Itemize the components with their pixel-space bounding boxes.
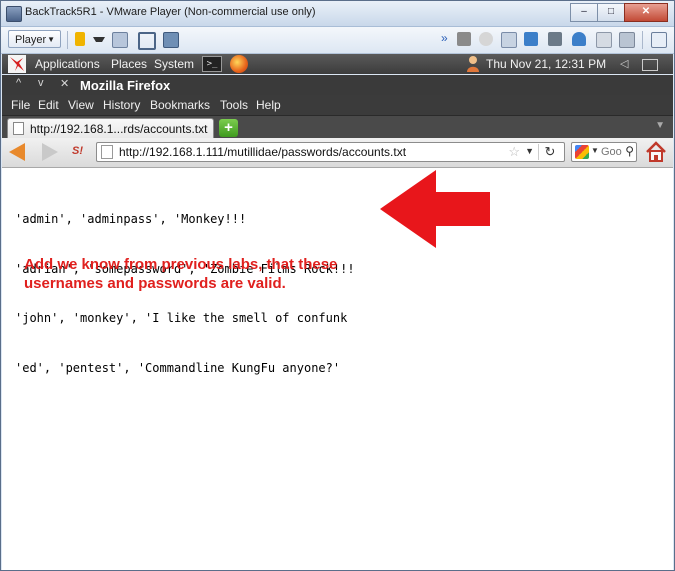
tab-label: http://192.168.1...rds/accounts.txt xyxy=(30,122,208,136)
firefox-menu-bar: File Edit View History Bookmarks Tools H… xyxy=(2,95,673,115)
maximize-button[interactable]: □ xyxy=(597,3,625,22)
player-menu-button[interactable]: Player ▼ xyxy=(8,30,61,48)
close-window-icon[interactable]: ✕ xyxy=(60,77,69,90)
printer-icon[interactable] xyxy=(548,32,562,46)
panel-clock[interactable]: Thu Nov 21, 12:31 PM xyxy=(486,57,606,71)
usb-device-icon[interactable] xyxy=(596,32,612,48)
bookmark-star-icon[interactable]: ☆ xyxy=(508,144,520,160)
account-line: 'john', 'monkey', 'I like the smell of c… xyxy=(15,311,348,325)
window-controls: – □ ✕ xyxy=(570,3,668,22)
user-icon[interactable] xyxy=(466,55,480,72)
gnome-top-panel: Applications Places System >_ Thu Nov 21… xyxy=(2,54,673,74)
player-menu-label: Player xyxy=(15,34,47,46)
pause-icon[interactable] xyxy=(75,32,85,46)
url-input[interactable] xyxy=(119,144,509,160)
new-tab-button[interactable]: + xyxy=(219,119,238,137)
search-input[interactable] xyxy=(601,145,623,159)
display-icon[interactable] xyxy=(619,32,635,48)
unity-icon[interactable] xyxy=(163,32,179,48)
menu-history[interactable]: History xyxy=(103,98,140,112)
message-log-icon[interactable] xyxy=(651,32,667,48)
terminal-launcher-icon[interactable]: >_ xyxy=(202,56,222,72)
firefox-window-title: Mozilla Firefox xyxy=(80,78,171,93)
account-line: 'admin', 'adminpass', 'Monkey!!! xyxy=(15,212,247,226)
backtrack-logo-icon[interactable] xyxy=(8,55,26,73)
menu-bookmarks[interactable]: Bookmarks xyxy=(150,98,210,112)
menu-edit[interactable]: Edit xyxy=(38,98,59,112)
reload-icon[interactable]: ↻ xyxy=(538,144,561,160)
applications-menu[interactable]: Applications xyxy=(35,57,100,71)
places-menu[interactable]: Places xyxy=(111,57,147,71)
close-button[interactable]: ✕ xyxy=(624,3,668,22)
account-line: 'ed', 'pentest', 'Commandline KungFu any… xyxy=(15,360,341,375)
vmware-app-icon xyxy=(6,6,22,22)
menu-help[interactable]: Help xyxy=(256,98,281,112)
search-bar[interactable]: ▼ ⚲ xyxy=(571,142,637,162)
system-menu[interactable]: System xyxy=(154,57,194,71)
tab-accounts-txt[interactable]: http://192.168.1...rds/accounts.txt xyxy=(7,118,214,139)
network-adapter-icon[interactable] xyxy=(524,32,538,46)
mail-icon[interactable] xyxy=(642,59,658,71)
page-content: 'admin', 'adminpass', 'Monkey!!! 'adrian… xyxy=(2,168,673,570)
menu-file[interactable]: File xyxy=(11,98,30,112)
noscript-icon[interactable]: S! xyxy=(72,145,83,157)
toolbar-divider xyxy=(67,31,68,49)
vmware-player-window: BackTrack5R1 - VMware Player (Non-commer… xyxy=(0,0,675,571)
google-icon[interactable] xyxy=(575,145,589,159)
back-arrow-icon[interactable] xyxy=(9,143,25,161)
cd-rom-icon[interactable] xyxy=(479,32,493,46)
page-icon xyxy=(13,122,24,135)
double-chevron-right-icon[interactable]: » xyxy=(441,31,455,45)
accounts-file-text: 'admin', 'adminpass', 'Monkey!!! 'adrian… xyxy=(15,178,355,409)
volume-icon[interactable]: ◁ xyxy=(620,57,628,70)
home-icon[interactable] xyxy=(645,141,667,163)
page-icon xyxy=(101,145,113,159)
hard-disk-icon[interactable] xyxy=(457,32,471,46)
red-arrow-annotation xyxy=(380,170,490,248)
send-ctrl-alt-del-icon[interactable] xyxy=(112,32,128,48)
menu-view[interactable]: View xyxy=(68,98,94,112)
vmware-toolbar: Player ▼ » xyxy=(1,27,674,54)
floppy-icon[interactable] xyxy=(501,32,517,48)
full-screen-icon[interactable] xyxy=(138,32,156,50)
tab-list-chevron-icon[interactable]: ▼ xyxy=(655,120,665,131)
firefox-title-bar: ^ v ✕ Mozilla Firefox xyxy=(2,75,673,95)
vmware-window-title: BackTrack5R1 - VMware Player (Non-commer… xyxy=(25,6,316,18)
chevron-down-icon: ▼ xyxy=(47,35,55,44)
menu-tools[interactable]: Tools xyxy=(220,98,248,112)
toolbar-divider xyxy=(642,31,643,49)
search-icon[interactable]: ⚲ xyxy=(625,144,634,158)
sound-card-icon[interactable] xyxy=(572,32,586,46)
annotation-text: Add we know from previous labs, that the… xyxy=(24,256,338,292)
url-bar[interactable]: ☆ ▼ ↻ xyxy=(96,142,565,162)
minimize-button[interactable]: – xyxy=(570,3,598,22)
chevron-down-icon[interactable]: v xyxy=(38,77,44,89)
tab-strip: http://192.168.1...rds/accounts.txt + ▼ xyxy=(2,115,673,139)
vmware-title-bar: BackTrack5R1 - VMware Player (Non-commer… xyxy=(1,1,674,27)
navigation-toolbar: S! ☆ ▼ ↻ ▼ ⚲ xyxy=(2,138,673,168)
chevron-down-icon[interactable]: ▼ xyxy=(591,146,599,155)
url-history-dropdown-icon[interactable]: ▼ xyxy=(525,146,534,156)
chevron-up-icon[interactable]: ^ xyxy=(16,77,21,89)
forward-arrow-icon[interactable] xyxy=(42,143,58,161)
firefox-launcher-icon[interactable] xyxy=(230,55,248,73)
chevron-down-icon[interactable] xyxy=(93,37,105,48)
